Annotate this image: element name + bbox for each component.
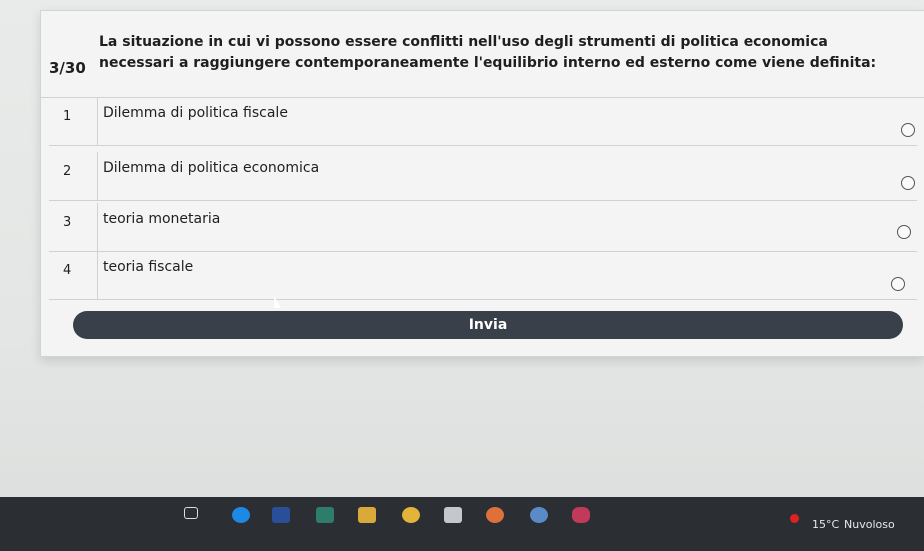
radio-button[interactable] [897,225,911,239]
quiz-card: 3/30 La situazione in cui vi possono ess… [40,10,924,357]
answer-option-2[interactable]: 2 Dilemma di politica economica [49,152,917,201]
option-label: teoria monetaria [103,211,221,227]
option-label: Dilemma di politica fiscale [103,105,288,121]
divider [97,152,98,200]
file-explorer-icon[interactable] [358,507,376,523]
answer-option-3[interactable]: 3 teoria monetaria [49,203,917,252]
radio-button[interactable] [901,123,915,137]
weather-condition: Nuvoloso [844,518,895,531]
submit-button[interactable]: Invia [73,311,903,339]
taskbar: 15°C Nuvoloso [0,497,924,551]
radio-button[interactable] [891,277,905,291]
option-number: 1 [63,109,72,124]
game-icon[interactable] [572,507,590,523]
answer-option-4[interactable]: 4 teoria fiscale [49,251,917,300]
notification-badge [790,514,799,523]
divider [97,251,98,299]
option-label: teoria fiscale [103,259,194,275]
firefox-icon[interactable] [486,507,504,523]
divider [97,97,98,145]
word-icon[interactable] [444,507,462,523]
store-icon[interactable] [272,507,290,523]
option-number: 4 [63,263,72,278]
weather-temperature: 15°C [812,518,840,531]
option-number: 2 [63,164,72,179]
option-label: Dilemma di politica economica [103,160,320,176]
question-counter: 3/30 [49,59,86,77]
divider [97,203,98,251]
radio-button[interactable] [901,176,915,190]
app-icon[interactable] [530,507,548,523]
mouse-cursor-icon [274,296,281,308]
option-number: 3 [63,215,72,230]
photos-icon[interactable] [316,507,334,523]
task-view-icon[interactable] [184,507,198,519]
chrome-icon[interactable] [402,507,420,523]
edge-icon[interactable] [232,507,250,523]
question-header: 3/30 La situazione in cui vi possono ess… [41,11,924,98]
question-text: La situazione in cui vi possono essere c… [99,34,877,71]
answer-option-1[interactable]: 1 Dilemma di politica fiscale [49,97,917,146]
